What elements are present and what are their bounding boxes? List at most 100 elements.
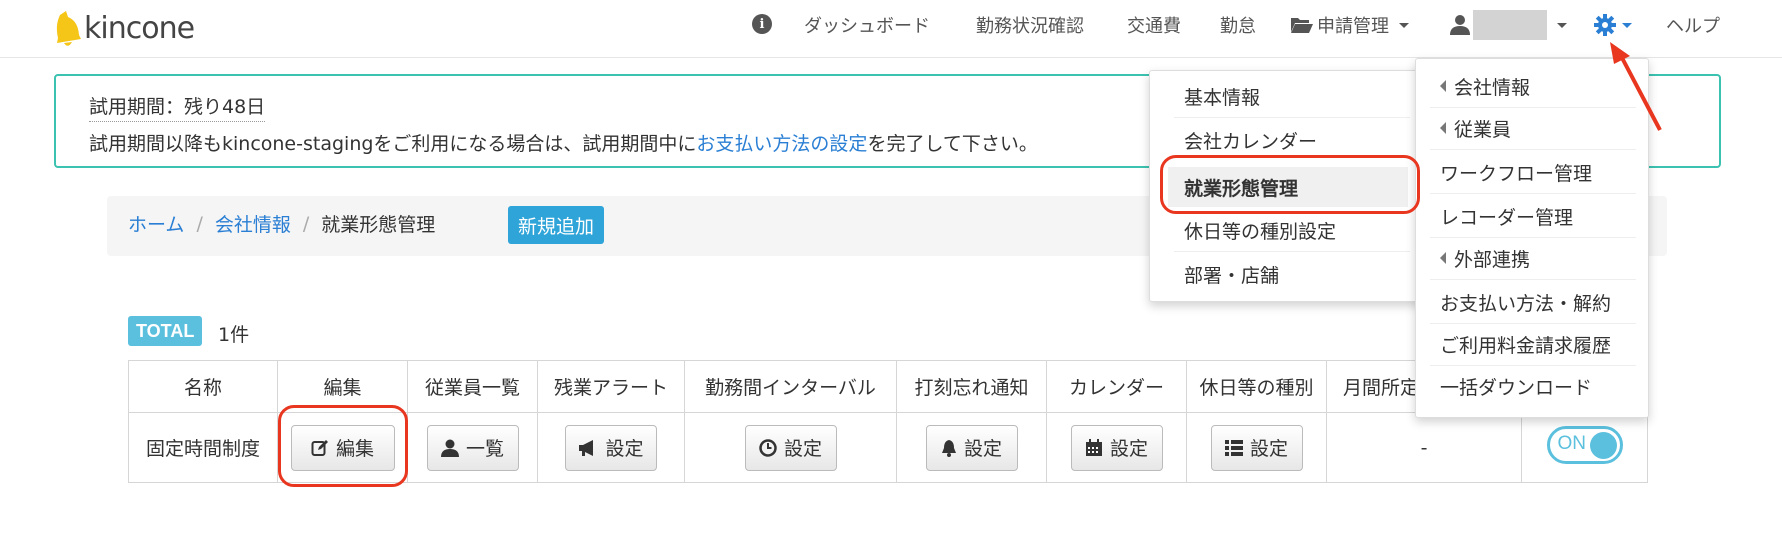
nav-user-dropdown[interactable] xyxy=(1449,0,1567,50)
column-header: 休日等の種別 xyxy=(1186,360,1327,413)
menu-item-employees[interactable]: 従業員 xyxy=(1440,111,1511,145)
payment-settings-link[interactable]: お支払い方法の設定 xyxy=(696,133,867,155)
cell-overtime: 設定 xyxy=(537,412,685,483)
cell-forget-notice: 設定 xyxy=(896,412,1047,483)
top-navbar: kincone i ダッシュボード 勤務状況確認 交通費 勤怠 申請管理 ヘルプ xyxy=(0,0,1782,58)
menu-item-payment[interactable]: お支払い方法・解約 xyxy=(1440,285,1611,319)
nav-applications-label: 申請管理 xyxy=(1317,16,1389,37)
employee-list-label: 一覧 xyxy=(465,438,504,460)
menu-divider xyxy=(1430,323,1636,324)
menu-item-label: 外部連携 xyxy=(1454,248,1531,271)
overtime-alert-label: 設定 xyxy=(605,438,644,460)
menu-item-company-calendar[interactable]: 会社カレンダー xyxy=(1184,123,1317,157)
breadcrumb-separator: / xyxy=(196,212,203,235)
cell-monthly: - xyxy=(1326,412,1522,483)
folder-open-icon xyxy=(1291,18,1313,33)
edit-button[interactable]: 編集 xyxy=(290,424,395,471)
breadcrumb-company[interactable]: 会社情報 xyxy=(215,210,291,237)
trial-message-before: 試用期間以降もkincone-stagingをご利用になる場合は、試用期間中に xyxy=(89,133,697,155)
menu-item-workflow[interactable]: ワークフロー管理 xyxy=(1440,155,1592,189)
bell-icon xyxy=(941,439,956,457)
menu-item-recorder[interactable]: レコーダー管理 xyxy=(1440,199,1573,233)
user-icon xyxy=(1450,15,1470,35)
calendar-settings-button[interactable]: 設定 xyxy=(1070,424,1163,471)
menu-divider xyxy=(1430,149,1636,150)
holiday-type-label: 設定 xyxy=(1249,438,1288,460)
interval-settings-label: 設定 xyxy=(783,438,822,460)
menu-divider xyxy=(1430,193,1636,194)
trial-message: 試用期間以降もkincone-stagingをご利用になる場合は、試用期間中にお… xyxy=(89,129,1038,156)
chevron-down-icon xyxy=(1399,22,1409,28)
menu-item-company-info[interactable]: 会社情報 xyxy=(1440,69,1530,103)
column-header: 編集 xyxy=(277,360,408,413)
total-count: 1件 xyxy=(218,324,250,346)
company-info-submenu: 基本情報 会社カレンダー 就業形態管理 休日等の種別設定 部署・店舗 xyxy=(1149,70,1426,302)
edit-button-label: 編集 xyxy=(335,438,374,460)
menu-item-label: 従業員 xyxy=(1454,118,1512,141)
menu-item-departments[interactable]: 部署・店舗 xyxy=(1184,257,1279,291)
cell-edit: 編集 xyxy=(277,412,408,483)
breadcrumb-home[interactable]: ホーム xyxy=(128,210,184,237)
menu-divider xyxy=(1174,117,1410,118)
caret-left-icon xyxy=(1440,80,1446,92)
employee-list-button[interactable]: 一覧 xyxy=(426,424,519,471)
menu-item-bulk-download[interactable]: 一括ダウンロード xyxy=(1440,369,1592,403)
cell-employees: 一覧 xyxy=(407,412,538,483)
add-new-button[interactable]: 新規追加 xyxy=(508,206,605,244)
kincone-logo[interactable]: kincone xyxy=(52,6,195,50)
list-icon xyxy=(1224,439,1243,456)
toggle-label: ON xyxy=(1557,433,1587,454)
holiday-type-settings-button[interactable]: 設定 xyxy=(1210,424,1303,471)
table-row: 固定時間制度 編集 一覧 設定 設定 設定 設定 設定 - ON xyxy=(128,412,1648,483)
caret-left-icon xyxy=(1440,122,1446,134)
column-header: 勤務間インターバル xyxy=(684,360,897,413)
menu-item-integrations[interactable]: 外部連携 xyxy=(1440,241,1530,275)
menu-item-basic-info[interactable]: 基本情報 xyxy=(1184,79,1260,113)
nav-attendance[interactable]: 勤怠 xyxy=(1220,0,1256,50)
menu-divider xyxy=(1430,237,1636,238)
user-name-redacted xyxy=(1473,10,1547,40)
caret-left-icon xyxy=(1440,252,1446,264)
chevron-down-icon xyxy=(1557,22,1567,28)
nav-transport[interactable]: 交通費 xyxy=(1127,0,1181,50)
total-badge: TOTAL xyxy=(128,316,203,346)
cell-holiday-type: 設定 xyxy=(1186,412,1327,483)
user-icon xyxy=(440,439,459,457)
menu-divider xyxy=(1430,279,1636,280)
logo-text: kincone xyxy=(84,10,195,46)
chevron-down-icon xyxy=(1622,22,1632,28)
calendar-settings-label: 設定 xyxy=(1109,438,1148,460)
cell-toggle: ON xyxy=(1521,412,1648,483)
trial-title: 試用期間：残り48日 xyxy=(89,92,266,122)
menu-item-billing-history[interactable]: ご利用料金請求履歴 xyxy=(1440,327,1611,361)
clock-icon xyxy=(759,438,777,457)
interval-settings-button[interactable]: 設定 xyxy=(744,424,837,471)
overtime-alert-settings-button[interactable]: 設定 xyxy=(565,424,657,471)
nav-applications-dropdown[interactable]: 申請管理 xyxy=(1290,0,1409,50)
cell-calendar: 設定 xyxy=(1046,412,1187,483)
info-icon[interactable]: i xyxy=(752,14,772,34)
cell-interval: 設定 xyxy=(684,412,897,483)
breadcrumb-separator: / xyxy=(302,212,310,235)
nav-dashboard[interactable]: ダッシュボード xyxy=(804,0,930,50)
nav-work-status[interactable]: 勤務状況確認 xyxy=(976,0,1084,50)
gear-icon xyxy=(1594,14,1616,36)
column-header: 打刻忘れ通知 xyxy=(896,360,1047,413)
bell-logo-icon xyxy=(56,11,81,46)
column-header: 名称 xyxy=(128,360,278,413)
menu-item-work-style[interactable]: 就業形態管理 xyxy=(1168,167,1408,207)
breadcrumb-current: 就業形態管理 xyxy=(321,214,436,236)
bullhorn-icon xyxy=(579,439,594,456)
column-header: カレンダー xyxy=(1046,360,1187,413)
menu-item-label: 会社情報 xyxy=(1454,76,1531,99)
forget-notice-settings-button[interactable]: 設定 xyxy=(925,424,1018,471)
column-header: 従業員一覧 xyxy=(407,360,538,413)
cell-name: 固定時間制度 xyxy=(128,412,278,483)
column-header: 残業アラート xyxy=(537,360,685,413)
trial-message-after: を完了して下さい。 xyxy=(867,133,1038,155)
menu-divider xyxy=(1430,365,1636,366)
menu-item-holiday-type[interactable]: 休日等の種別設定 xyxy=(1184,213,1336,247)
edit-icon xyxy=(311,439,328,456)
nav-help[interactable]: ヘルプ xyxy=(1666,0,1720,50)
active-toggle[interactable]: ON xyxy=(1546,426,1623,464)
